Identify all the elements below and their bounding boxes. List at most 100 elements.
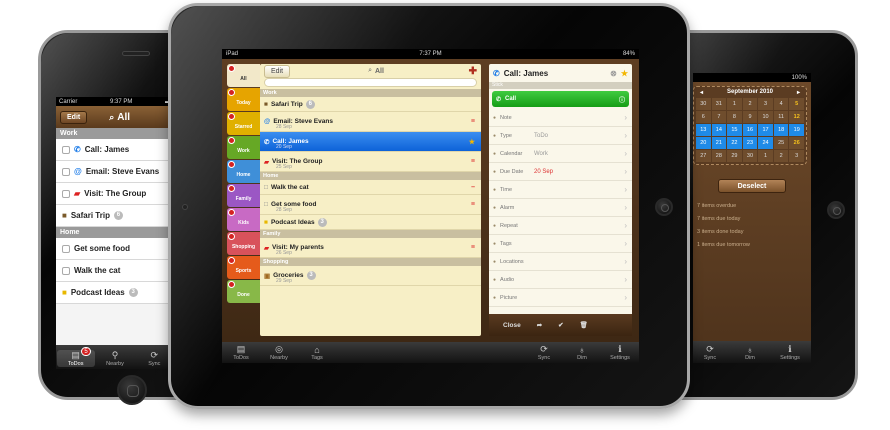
calendar-day[interactable]: 30 [696,98,711,110]
list-item[interactable]: Walk the cat [56,260,174,282]
calendar-day[interactable]: 9 [742,111,758,123]
next-month-icon[interactable]: ▸ [797,89,800,96]
category-tab-all[interactable]: All [227,64,260,87]
home-button[interactable] [655,198,673,216]
calendar-day[interactable]: 28 [711,150,727,162]
calendar-day[interactable]: 23 [742,137,758,149]
category-tab-family[interactable]: Family [227,184,260,207]
calendar-day[interactable]: 20 [696,137,711,149]
list-item[interactable]: ■ Safari Trip 6 [260,97,481,112]
forward-icon[interactable]: ➦ [537,321,542,329]
category-tab-shopping[interactable]: Shopping [227,232,260,255]
calendar-day[interactable]: 22 [727,137,742,149]
calendar-day[interactable]: 12 [789,111,804,123]
category-tab-done[interactable]: Done [227,280,260,303]
tab-settings[interactable]: ℹ Settings [773,344,807,361]
search-icon[interactable]: ⌕ [109,112,114,123]
list-item[interactable]: □ Walk the cat – [260,180,481,195]
detail-row-audio[interactable]: ● Audio › [489,271,632,289]
tab-settings[interactable]: ℹ Settings [601,344,639,361]
list-item[interactable]: @ Email: Steve Evans 28 Sep ≡ [260,112,481,132]
calendar-day[interactable]: 31 [711,98,727,110]
list-item[interactable]: Get some food [56,238,174,260]
calendar-day[interactable]: 15 [727,124,742,136]
calendar-day[interactable]: 6 [696,111,711,123]
calendar-day[interactable]: 17 [758,124,773,136]
list-item[interactable]: @ Email: Steve Evans [56,161,174,183]
calendar-day[interactable]: 19 [789,124,804,136]
prev-month-icon[interactable]: ◂ [700,89,703,96]
list-item[interactable]: ▰ Visit: My parents 26 Sep ≡ [260,238,481,258]
star-icon[interactable]: ★ [621,69,628,78]
check-icon[interactable]: ✔ [558,321,563,329]
detail-row-tags[interactable]: ● Tags › [489,235,632,253]
calendar-day[interactable]: 14 [711,124,727,136]
list-item[interactable]: ✆ Call: James [56,139,174,161]
calendar-day[interactable]: 3 [758,98,773,110]
star-icon[interactable]: ★ [469,138,475,146]
detail-row-due-date[interactable]: ● Due Date 20 Sep › [489,163,632,181]
calendar-day[interactable]: 26 [789,137,804,149]
calendar-day[interactable]: 25 [773,137,789,149]
category-tab-today[interactable]: Today [227,88,260,111]
detail-row-repeat[interactable]: ● Repeat › [489,217,632,235]
list-item[interactable]: ▣ Groceries 3 29 Sep [260,266,481,286]
detail-row-time[interactable]: ● Time › [489,181,632,199]
calendar-day[interactable]: 1 [727,98,742,110]
search-input[interactable] [264,78,477,87]
calendar-day[interactable]: 24 [758,137,773,149]
search-icon[interactable]: ⌕ [368,67,372,75]
tab-tags[interactable]: ⌂ Tags [298,345,336,361]
checkbox[interactable] [62,189,70,198]
calendar-day[interactable]: 5 [789,98,804,110]
calendar-day[interactable]: 13 [696,124,711,136]
calendar-day[interactable]: 1 [758,150,773,162]
list-item[interactable]: ■ Podcast Ideas 3 [260,215,481,230]
tab-dim[interactable]: ♁ Dim [563,345,601,361]
calendar-day[interactable]: 30 [742,150,758,162]
detail-row-locations[interactable]: ● Locations › [489,253,632,271]
close-icon[interactable]: ⊗ [610,69,617,78]
list-item[interactable]: ✆ Call: James 20 Sep ★ [260,132,481,152]
tab-dim[interactable]: ♁ Dim [733,345,767,361]
edit-button[interactable]: Edit [264,64,291,78]
calendar-day[interactable]: 10 [758,111,773,123]
add-icon[interactable]: ✚ [469,66,477,77]
calendar-day[interactable]: 18 [773,124,789,136]
calendar-day[interactable]: 29 [727,150,742,162]
home-button[interactable] [827,201,845,219]
calendar-day[interactable]: 2 [773,150,789,162]
category-tab-home[interactable]: Home [227,160,260,183]
home-button[interactable] [117,375,147,405]
calendar-day[interactable]: 2 [742,98,758,110]
close-button[interactable]: Close [503,322,521,329]
edit-button[interactable]: Edit [60,110,88,124]
info-icon[interactable]: ⓘ [619,95,625,104]
category-tab-kids[interactable]: Kids [227,208,260,231]
calendar-day[interactable]: 4 [773,98,789,110]
detail-row-alarm[interactable]: ● Alarm › [489,199,632,217]
list-item[interactable]: ■ Podcast Ideas 3 [56,282,174,304]
calendar-day[interactable]: 16 [742,124,758,136]
list-item[interactable]: ▰ Visit: The Group 25 Sep ≡ [260,152,481,172]
checkbox[interactable] [62,244,70,253]
calendar-day[interactable]: 27 [696,150,711,162]
calendar-day[interactable]: 3 [789,150,804,162]
list-item[interactable]: ▰ Visit: The Group [56,183,174,205]
deselect-button[interactable]: Deselect [718,179,786,193]
calendar-day[interactable]: 8 [727,111,742,123]
tab-nearby[interactable]: ⚲ Nearby [96,350,134,367]
call-button[interactable]: ✆ Call ⓘ [492,91,629,107]
tab-sync[interactable]: ⟳ Sync [525,344,563,361]
list-item[interactable]: □ Get some food 28 Sep ≡ [260,195,481,215]
checkbox[interactable] [62,266,70,275]
detail-row-type[interactable]: ● Type ToDo › [489,127,632,145]
category-tab-sports[interactable]: Sports [227,256,260,279]
trash-icon[interactable]: 🗑 [580,321,588,329]
category-tab-starred[interactable]: Starred [227,112,260,135]
tab-todos[interactable]: ▤ 5 ToDos [56,347,95,367]
calendar-day[interactable]: 11 [773,111,789,123]
tab-sync[interactable]: ⟳ Sync [693,344,727,361]
calendar-day[interactable]: 21 [711,137,727,149]
tab-nearby[interactable]: ◎ Nearby [260,344,298,361]
